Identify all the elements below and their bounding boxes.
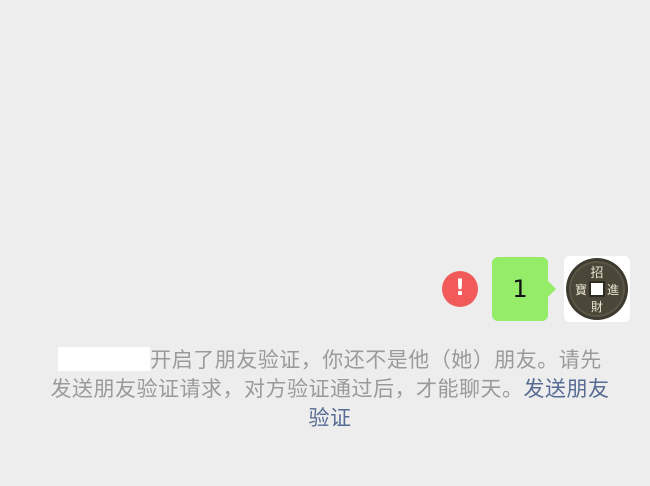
coin-char-bottom: 財 [591, 299, 603, 314]
friend-verification-notice: 开启了朋友验证，你还不是他（她）朋友。请先发送朋友验证请求，对方验证通过后，才能… [50, 346, 610, 433]
message-bubble[interactable]: 1 [492, 257, 556, 321]
chat-area: ! 1 招 進 寶 財 开启了朋友验证，你还不是他（她）朋友。请先发送朋友验证请… [0, 0, 650, 486]
coin-char-top: 招 [590, 266, 603, 281]
coin-char-left: 寶 [575, 282, 587, 297]
message-text: 1 [512, 275, 528, 303]
exclamation-icon[interactable]: ! [442, 271, 478, 307]
redacted-name [58, 347, 151, 371]
outgoing-message-row: ! 1 招 進 寶 財 [442, 256, 630, 322]
coin-char-right: 進 [607, 283, 619, 297]
avatar[interactable]: 招 進 寶 財 [564, 256, 630, 322]
ancient-coin-icon: 招 進 寶 財 [564, 256, 630, 322]
